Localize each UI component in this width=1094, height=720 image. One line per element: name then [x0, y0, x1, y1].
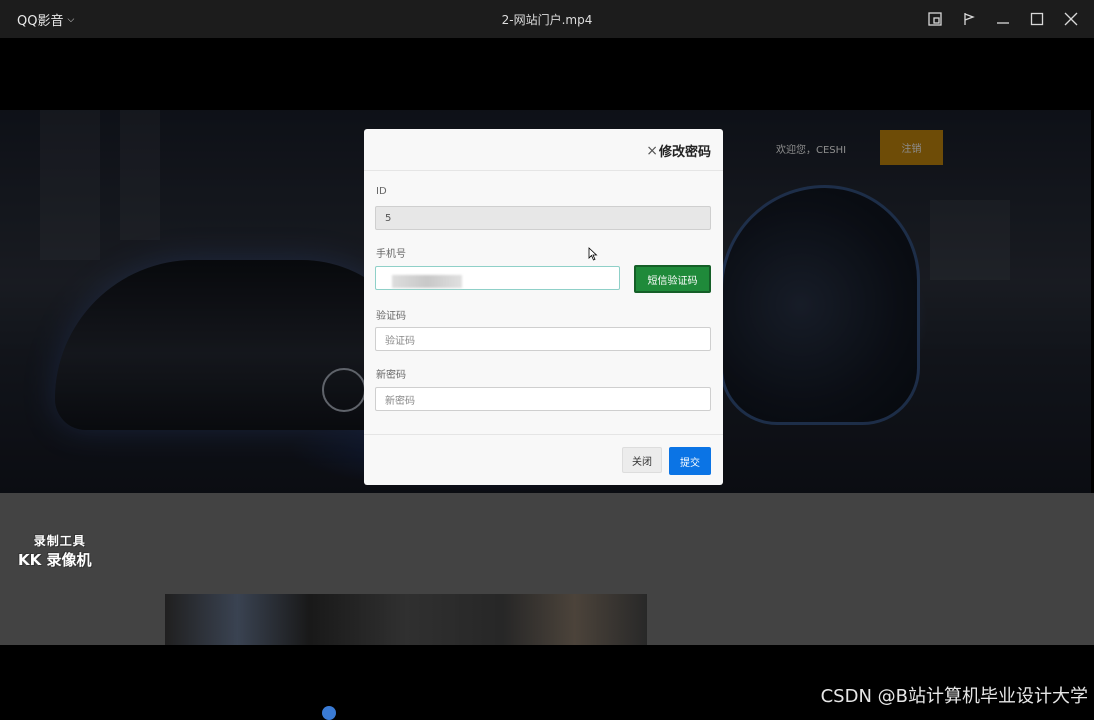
- maximize-button[interactable]: [1024, 6, 1050, 32]
- player-titlebar: QQ影音 ⌵ 2-网站门户.mp4: [0, 0, 1094, 38]
- snapshot-button[interactable]: [922, 6, 948, 32]
- submit-button[interactable]: 提交: [669, 447, 711, 475]
- modal-close-icon[interactable]: ×: [646, 143, 658, 159]
- pin-button[interactable]: [956, 6, 982, 32]
- minimize-icon: [997, 22, 1009, 24]
- new-password-input[interactable]: 新密码: [375, 387, 711, 411]
- minimize-button[interactable]: [990, 6, 1016, 32]
- close-button[interactable]: 关闭: [622, 447, 662, 473]
- maximize-icon: [1030, 12, 1044, 26]
- phone-label: 手机号: [376, 249, 406, 260]
- modal-footer: 关闭 提交: [364, 434, 723, 485]
- watermark-line1: 录制工具: [33, 534, 86, 548]
- modal-title: 修改密码: [658, 145, 711, 160]
- window-controls: [922, 6, 1084, 32]
- modal-header: × 修改密码: [364, 129, 723, 171]
- sms-code-button[interactable]: 短信验证码: [634, 265, 711, 293]
- close-window-button[interactable]: [1058, 6, 1084, 32]
- recorder-watermark: 录制工具 KK 录像机: [18, 532, 91, 570]
- csdn-credit: CSDN @B站计算机毕业设计大学: [820, 686, 1088, 707]
- watermark-line2: KK 录像机: [18, 551, 92, 569]
- pin-icon: [964, 13, 975, 25]
- snapshot-icon: [928, 12, 942, 26]
- id-label: ID: [376, 186, 387, 197]
- id-field: 5: [375, 206, 711, 230]
- redacted-phone: [392, 275, 462, 288]
- progress-handle[interactable]: [322, 706, 336, 720]
- modal-title-row: × 修改密码: [646, 141, 711, 161]
- code-label: 验证码: [376, 311, 406, 322]
- change-password-modal: × 修改密码 ID 5 手机号 短信验证码 验证码 验证码 新密码 新密码 关闭…: [364, 129, 723, 485]
- phone-field[interactable]: [375, 266, 620, 290]
- new-password-label: 新密码: [376, 370, 406, 381]
- mouse-cursor-icon: [588, 247, 598, 261]
- close-icon: [1064, 12, 1078, 26]
- verification-code-input[interactable]: 验证码: [375, 327, 711, 351]
